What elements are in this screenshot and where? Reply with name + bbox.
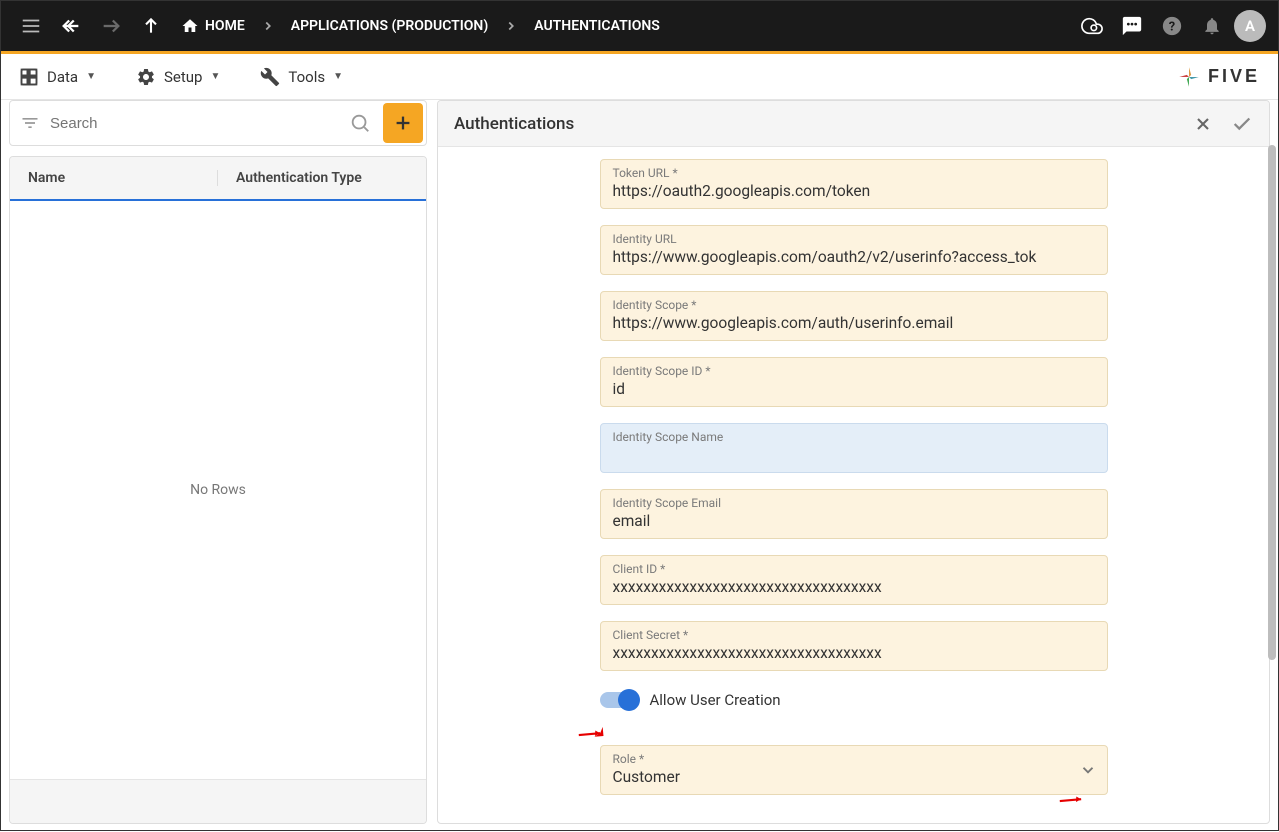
left-panel: Name Authentication Type No Rows: [9, 100, 427, 824]
search-row: [9, 100, 427, 146]
breadcrumb: HOME APPLICATIONS (PRODUCTION) AUTHENTIC…: [173, 17, 668, 35]
filter-icon[interactable]: [10, 113, 50, 133]
form-scroll[interactable]: Token URL * https://oauth2.googleapis.co…: [438, 147, 1269, 823]
chevron-down-icon: [1079, 761, 1097, 779]
bell-icon[interactable]: [1194, 8, 1230, 44]
field-client-secret[interactable]: Client Secret * xxxxxxxxxxxxxxxxxxxxxxxx…: [600, 621, 1108, 671]
field-identity-url[interactable]: Identity URL https://www.googleapis.com/…: [600, 225, 1108, 275]
forward-arrow-icon: [93, 8, 129, 44]
toggle-label: Allow User Creation: [650, 691, 781, 709]
confirm-button[interactable]: [1231, 113, 1253, 135]
detail-panel: Authentications Token URL * https://oaut…: [437, 100, 1270, 824]
menu-label: Setup: [164, 68, 202, 86]
chevron-down-icon: ▼: [210, 71, 220, 82]
menu-bar: Data ▼ Setup ▼ Tools ▼ FIVE: [1, 54, 1278, 100]
close-icon: [1193, 114, 1213, 134]
avatar[interactable]: A: [1234, 10, 1266, 42]
gear-icon: [136, 67, 156, 87]
logo-icon: [1176, 64, 1202, 90]
field-identity-scope-email[interactable]: Identity Scope Email email: [600, 489, 1108, 539]
back-arrow-icon[interactable]: [53, 8, 89, 44]
search-icon[interactable]: [340, 112, 380, 134]
column-auth-type[interactable]: Authentication Type: [218, 170, 380, 186]
menu-setup[interactable]: Setup ▼: [136, 67, 220, 87]
chevron-down-icon: ▼: [86, 71, 96, 82]
field-role[interactable]: Role * Customer: [600, 745, 1108, 795]
logo-text: FIVE: [1208, 66, 1260, 87]
up-arrow-icon[interactable]: [133, 8, 169, 44]
avatar-initial: A: [1245, 17, 1255, 35]
svg-text:?: ?: [1169, 20, 1175, 35]
home-icon: [181, 17, 199, 35]
help-icon[interactable]: ?: [1154, 8, 1190, 44]
toggle-allow-user-creation-row: Allow User Creation: [600, 687, 1108, 713]
hamburger-icon[interactable]: [13, 8, 49, 44]
chevron-down-icon: ▼: [333, 71, 343, 82]
list-panel: Name Authentication Type No Rows: [9, 156, 427, 824]
add-button[interactable]: [383, 103, 423, 143]
list-header: Name Authentication Type: [10, 157, 426, 201]
close-button[interactable]: [1193, 114, 1213, 134]
chat-icon[interactable]: [1114, 8, 1150, 44]
check-icon: [1231, 113, 1253, 135]
menu-data[interactable]: Data ▼: [19, 67, 96, 87]
breadcrumb-label: AUTHENTICATIONS: [534, 18, 660, 34]
content: Name Authentication Type No Rows Authent…: [1, 100, 1278, 832]
field-token-url[interactable]: Token URL * https://oauth2.googleapis.co…: [600, 159, 1108, 209]
field-identity-scope-name[interactable]: Identity Scope Name: [600, 423, 1108, 473]
toggle-allow-user-creation[interactable]: [600, 692, 636, 708]
plus-icon: [392, 112, 414, 134]
menu-label: Data: [47, 68, 78, 86]
scrollbar-thumb[interactable]: [1268, 145, 1270, 660]
cloud-icon[interactable]: [1074, 8, 1110, 44]
grid-icon: [19, 67, 39, 87]
column-name[interactable]: Name: [10, 170, 218, 186]
list-footer: [10, 779, 426, 823]
breadcrumb-home[interactable]: HOME: [173, 17, 253, 35]
detail-header: Authentications: [438, 101, 1269, 147]
chevron-right-icon: [496, 19, 526, 33]
breadcrumb-label: HOME: [205, 18, 245, 34]
field-identity-scope[interactable]: Identity Scope * https://www.googleapis.…: [600, 291, 1108, 341]
breadcrumb-label: APPLICATIONS (PRODUCTION): [291, 18, 489, 34]
breadcrumb-authentications[interactable]: AUTHENTICATIONS: [526, 18, 668, 34]
search-input[interactable]: [50, 115, 340, 132]
tools-icon: [260, 67, 280, 87]
detail-title: Authentications: [454, 114, 574, 134]
menu-tools[interactable]: Tools ▼: [260, 67, 343, 87]
menu-label: Tools: [288, 68, 325, 86]
chevron-right-icon: [253, 19, 283, 33]
logo: FIVE: [1176, 64, 1260, 90]
field-client-id[interactable]: Client ID * xxxxxxxxxxxxxxxxxxxxxxxxxxxx…: [600, 555, 1108, 605]
top-bar: HOME APPLICATIONS (PRODUCTION) AUTHENTIC…: [1, 1, 1278, 51]
list-empty: No Rows: [10, 201, 426, 779]
field-identity-scope-id[interactable]: Identity Scope ID * id: [600, 357, 1108, 407]
breadcrumb-applications[interactable]: APPLICATIONS (PRODUCTION): [283, 18, 497, 34]
